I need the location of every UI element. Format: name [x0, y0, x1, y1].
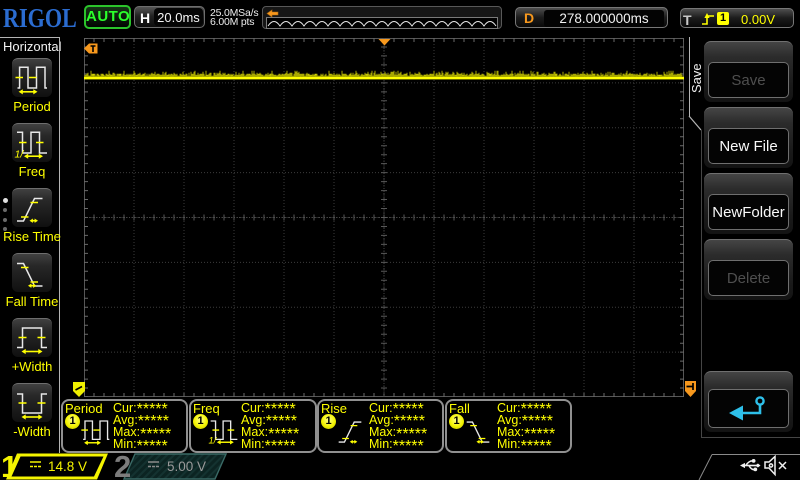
- svg-text:1/: 1/: [208, 435, 217, 445]
- svg-text:1/: 1/: [15, 149, 25, 161]
